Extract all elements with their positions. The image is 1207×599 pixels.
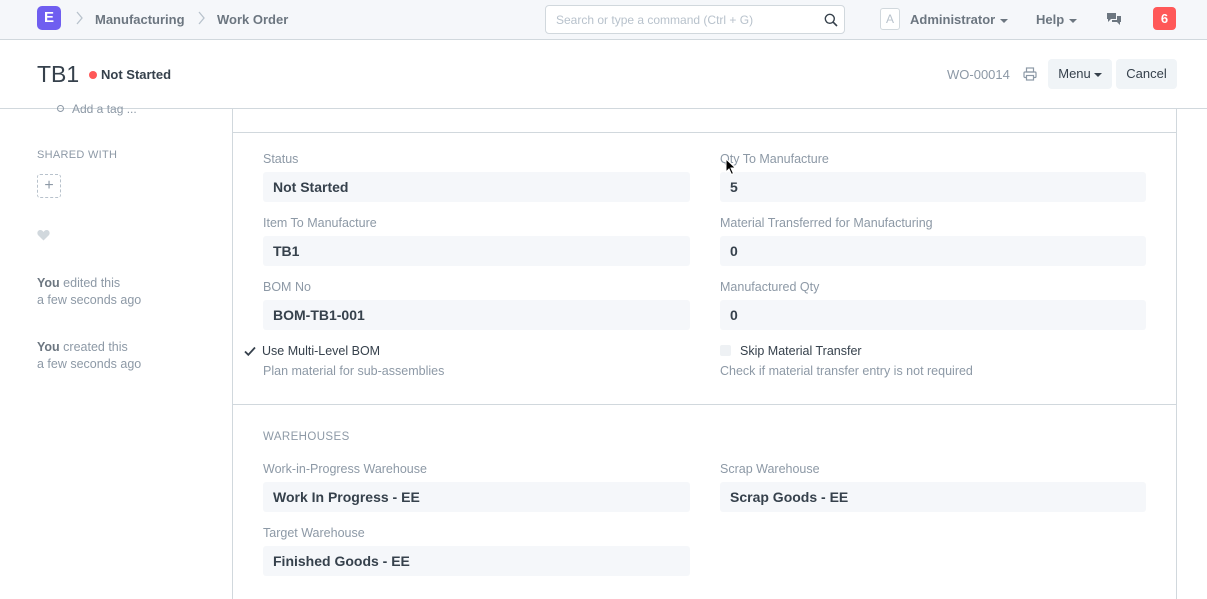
caret-down-icon [1093,72,1102,77]
page-title: TB1 [37,61,80,87]
avatar[interactable]: A [880,8,900,30]
scrap-warehouse-field[interactable]: Scrap Goods - EE [720,482,1146,512]
section-divider [232,132,1177,133]
activity-time: a few seconds ago [37,293,142,307]
section-divider [232,404,1177,405]
manufactured-qty-label: Manufactured Qty [720,280,820,294]
document-id: WO-00014 [947,67,1010,82]
user-name: Administrator [910,12,996,27]
notification-badge[interactable]: 6 [1153,7,1176,30]
bom-no-field[interactable]: BOM-TB1-001 [263,300,690,330]
breadcrumb-work-order[interactable]: Work Order [217,12,288,27]
search-icon[interactable] [824,13,838,27]
activity-actor: You [37,276,60,290]
activity-item: You created this a few seconds ago [37,339,141,373]
heart-icon[interactable] [37,229,50,241]
skip-material-transfer-help: Check if material transfer entry is not … [720,364,973,378]
warehouses-section-heading: WAREHOUSES [263,431,350,443]
material-transferred-label: Material Transferred for Manufacturing [720,216,933,230]
chevron-right-icon [76,11,83,25]
activity-item: You edited this a few seconds ago [37,275,141,309]
caret-down-icon [1069,18,1078,23]
print-icon[interactable] [1023,67,1037,81]
item-to-manufacture-label: Item To Manufacture [263,216,377,230]
qty-to-manufacture-field[interactable]: 5 [720,172,1146,202]
activity-action: created this [63,340,128,354]
add-share-button[interactable]: + [37,174,61,198]
activity-action: edited this [63,276,121,290]
breadcrumb-manufacturing[interactable]: Manufacturing [95,12,185,27]
use-multi-level-bom-checkbox-label[interactable]: Use Multi-Level BOM [262,344,380,358]
manufactured-qty-field[interactable]: 0 [720,300,1146,330]
target-warehouse-field[interactable]: Finished Goods - EE [263,546,690,576]
menu-button-label: Menu [1058,66,1091,81]
activity-time: a few seconds ago [37,357,142,371]
status-badge: Not Started [101,67,172,82]
status-indicator-dot [89,71,97,79]
cancel-button[interactable]: Cancel [1116,59,1177,89]
wip-warehouse-label: Work-in-Progress Warehouse [263,462,427,476]
tag-icon [57,105,64,112]
scrap-warehouse-label: Scrap Warehouse [720,462,820,476]
skip-material-transfer-checkbox[interactable] [720,345,731,356]
checkmark-icon[interactable] [244,345,256,357]
user-menu[interactable]: Administrator [910,12,1009,27]
add-tag-link[interactable]: Add a tag ... [57,102,137,116]
wip-warehouse-field[interactable]: Work In Progress - EE [263,482,690,512]
skip-material-transfer-label[interactable]: Skip Material Transfer [740,344,862,358]
status-field[interactable]: Not Started [263,172,690,202]
item-to-manufacture-field[interactable]: TB1 [263,236,690,266]
chevron-right-icon [198,11,205,25]
search-input[interactable]: Search or type a command (Ctrl + G) [545,5,845,34]
menu-button[interactable]: Menu [1048,59,1112,89]
bom-no-label: BOM No [263,280,311,294]
add-tag-label: Add a tag ... [72,102,137,116]
material-transferred-field[interactable]: 0 [720,236,1146,266]
help-label: Help [1036,12,1065,27]
help-menu[interactable]: Help [1036,12,1078,27]
shared-with-heading: SHARED WITH [37,149,118,161]
mouse-cursor-icon [725,158,737,176]
page-head: TB1 Not Started WO-00014 Menu Cancel [0,41,1207,109]
status-label: Status [263,152,299,166]
activity-actor: You [37,340,60,354]
chat-icon[interactable] [1106,12,1122,26]
target-warehouse-label: Target Warehouse [263,526,365,540]
search-placeholder: Search or type a command (Ctrl + G) [556,13,754,27]
caret-down-icon [1000,18,1009,23]
app-logo[interactable]: E [37,6,61,30]
top-navbar: E Manufacturing Work Order Search or typ… [0,0,1207,40]
use-multi-level-bom-help: Plan material for sub-assemblies [263,364,445,378]
